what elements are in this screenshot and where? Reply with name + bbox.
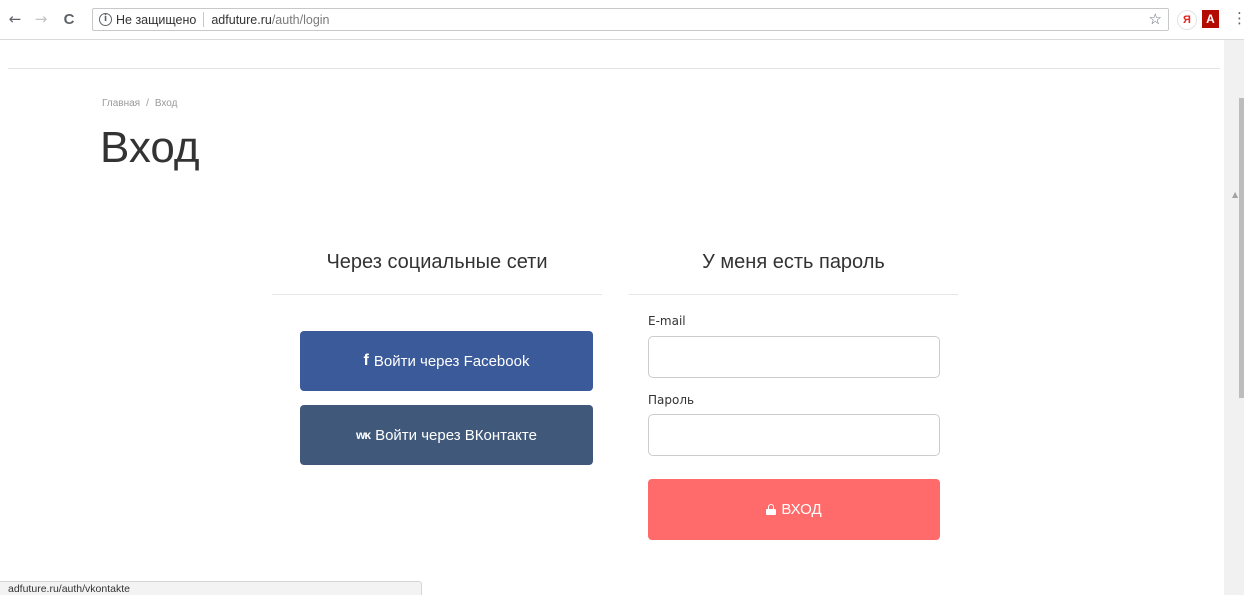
- scroll-up-icon[interactable]: ▲: [1232, 190, 1238, 199]
- browser-toolbar: ← → C i Не защищено adfuture.ru /auth/lo…: [0, 0, 1244, 40]
- login-submit-button[interactable]: ВХОД: [648, 479, 940, 540]
- back-icon[interactable]: ←: [4, 8, 26, 30]
- page-title: Вход: [100, 123, 200, 172]
- vk-login-button[interactable]: ᴡᴋ Войти через ВКонтакте: [300, 405, 593, 465]
- url-path[interactable]: /auth/login: [272, 13, 330, 27]
- password-label: Пароль: [648, 393, 695, 407]
- social-heading: Через социальные сети: [272, 251, 602, 295]
- info-icon[interactable]: i: [99, 13, 112, 26]
- email-label: E-mail: [648, 314, 686, 328]
- status-bar-url: adfuture.ru/auth/vkontakte: [0, 581, 422, 595]
- url-divider: [203, 12, 205, 27]
- address-bar[interactable]: i Не защищено adfuture.ru /auth/login ☆: [92, 8, 1169, 31]
- breadcrumb: Главная / Вход: [102, 98, 177, 109]
- security-label[interactable]: Не защищено: [116, 13, 196, 27]
- forward-icon[interactable]: →: [30, 8, 52, 30]
- yandex-extension-icon[interactable]: Я: [1177, 10, 1197, 30]
- url-host[interactable]: adfuture.ru: [211, 13, 271, 27]
- header-divider: [8, 68, 1220, 69]
- lock-icon: [766, 504, 777, 515]
- facebook-login-label: Войти через Facebook: [373, 352, 530, 370]
- facebook-icon: f: [363, 352, 369, 369]
- star-icon[interactable]: ☆: [1149, 10, 1162, 28]
- facebook-login-button[interactable]: f Войти через Facebook: [300, 331, 593, 391]
- acrobat-extension-icon[interactable]: A: [1202, 10, 1219, 28]
- breadcrumb-home-link[interactable]: Главная: [102, 98, 140, 109]
- email-field[interactable]: [648, 336, 940, 378]
- scrollbar-thumb[interactable]: [1239, 98, 1244, 398]
- reload-icon[interactable]: C: [58, 8, 80, 30]
- vk-login-label: Войти через ВКонтакте: [375, 426, 537, 444]
- login-submit-label: ВХОД: [781, 501, 822, 518]
- password-field[interactable]: [648, 414, 940, 456]
- password-heading: У меня есть пароль: [629, 251, 958, 295]
- menu-icon[interactable]: ⋮: [1232, 9, 1244, 27]
- vk-icon: ᴡᴋ: [356, 428, 371, 442]
- breadcrumb-current: Вход: [154, 98, 178, 109]
- breadcrumb-separator: /: [146, 98, 149, 109]
